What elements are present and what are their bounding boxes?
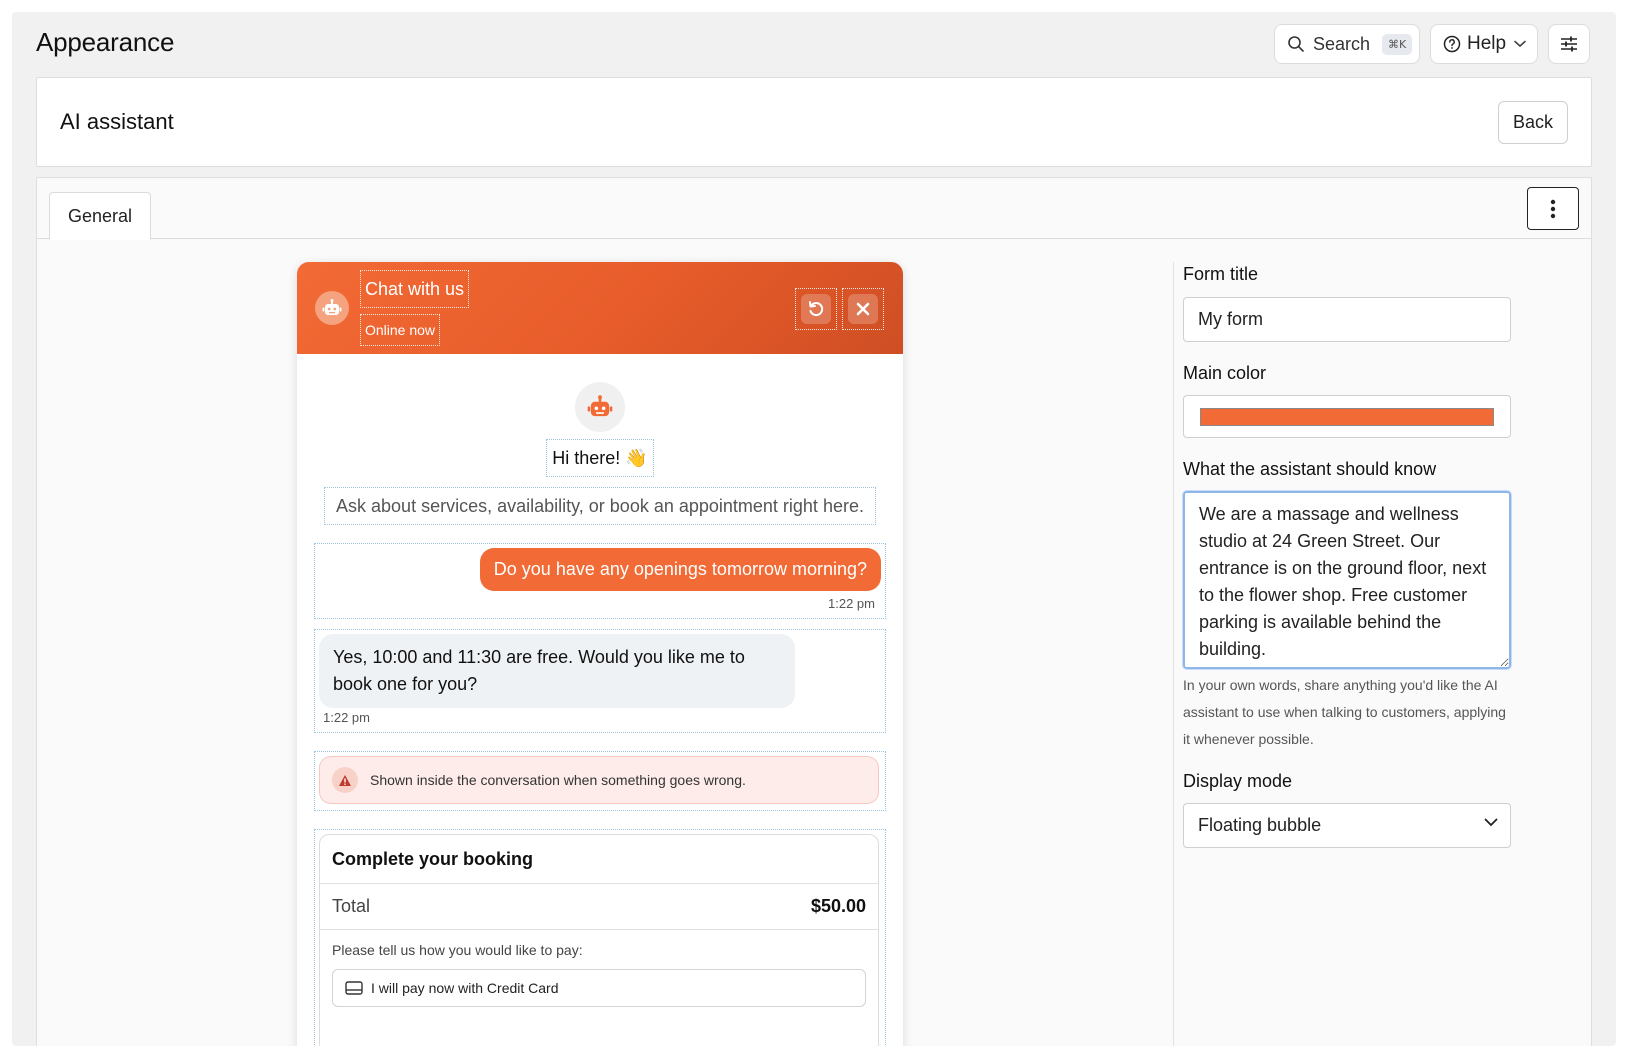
search-label: Search xyxy=(1313,33,1371,54)
welcome-avatar xyxy=(575,382,625,432)
form-title-label: Form title xyxy=(1183,264,1259,284)
main-color-label: Main color xyxy=(1183,363,1267,383)
robot-icon xyxy=(587,395,613,417)
settings-button[interactable] xyxy=(1548,24,1590,64)
chevron-down-icon xyxy=(1514,40,1526,48)
editor-panel: General Chat with us Online now Hi there… xyxy=(36,177,1592,1046)
booking-title: Complete your booking xyxy=(332,849,534,869)
color-swatch xyxy=(1200,408,1494,426)
error-banner: Shown inside the conversation when somet… xyxy=(319,756,879,804)
section-header: AI assistant Back xyxy=(36,77,1592,167)
payment-prompt: Please tell us how you would like to pay… xyxy=(332,942,583,958)
search-shortcut-badge: ⌘K xyxy=(1382,33,1413,55)
help-circle-icon xyxy=(1443,35,1461,53)
divider xyxy=(320,929,878,930)
close-icon xyxy=(856,302,870,316)
payment-option-label: I will pay now with Credit Card xyxy=(371,980,559,996)
display-mode-value: Floating bubble xyxy=(1198,815,1322,835)
knowledge-textarea[interactable]: We are a massage and wellness studio at … xyxy=(1183,491,1511,669)
main-color-picker[interactable] xyxy=(1183,395,1511,438)
search-button[interactable]: Search ⌘K xyxy=(1274,24,1420,64)
help-button[interactable]: Help xyxy=(1430,24,1538,64)
payment-option-credit-card[interactable]: I will pay now with Credit Card xyxy=(332,969,866,1007)
warning-icon-wrap xyxy=(332,767,358,793)
message-timestamp: 1:22 pm xyxy=(323,710,370,725)
error-message-block[interactable]: Shown inside the conversation when somet… xyxy=(314,751,886,811)
top-bar: Appearance Search ⌘K Help xyxy=(12,12,1616,76)
chat-widget-preview: Chat with us Online now Hi there! 👋 Ask … xyxy=(297,262,903,1046)
refresh-icon xyxy=(809,301,824,317)
robot-icon xyxy=(322,299,342,315)
welcome-subtitle[interactable]: Ask about services, availability, or boo… xyxy=(324,487,876,525)
search-icon xyxy=(1288,36,1304,52)
error-text: Shown inside the conversation when somet… xyxy=(370,772,746,788)
bot-avatar xyxy=(315,291,349,325)
more-options-button[interactable] xyxy=(1527,187,1579,230)
bot-message-block[interactable]: Yes, 10:00 and 11:30 are free. Would you… xyxy=(314,629,886,733)
form-title-input[interactable] xyxy=(1183,297,1511,342)
close-chat-button[interactable] xyxy=(842,288,884,330)
user-message-block[interactable]: Do you have any openings tomorrow mornin… xyxy=(314,543,886,619)
booking-card-block[interactable]: Complete your booking Total $50.00 Pleas… xyxy=(314,829,886,1046)
sliders-icon xyxy=(1561,36,1577,52)
chat-header: Chat with us Online now xyxy=(297,262,903,354)
message-timestamp: 1:22 pm xyxy=(828,596,875,611)
restart-chat-button[interactable] xyxy=(795,288,837,330)
total-label: Total xyxy=(332,896,371,916)
greeting-text[interactable]: Hi there! 👋 xyxy=(546,439,654,477)
display-mode-label: Display mode xyxy=(1183,771,1293,791)
kebab-menu-icon xyxy=(1550,199,1556,218)
credit-card-icon xyxy=(345,981,363,995)
knowledge-label: What the assistant should know xyxy=(1183,459,1437,479)
knowledge-help-text: In your own words, share anything you'd … xyxy=(1183,677,1506,747)
app-window: Appearance Search ⌘K Help AI assistant B… xyxy=(12,12,1616,1046)
page-title: Appearance xyxy=(36,27,175,57)
panel-divider xyxy=(1173,262,1174,1046)
chat-header-status[interactable]: Online now xyxy=(359,314,441,346)
back-button[interactable]: Back xyxy=(1498,101,1568,144)
user-message-bubble: Do you have any openings tomorrow mornin… xyxy=(479,548,881,591)
warning-icon xyxy=(339,774,351,786)
bot-message-bubble: Yes, 10:00 and 11:30 are free. Would you… xyxy=(319,634,795,708)
display-mode-select[interactable]: Floating bubble xyxy=(1183,803,1511,848)
total-value: $50.00 xyxy=(810,896,866,916)
section-title: AI assistant xyxy=(60,109,174,134)
chat-header-title[interactable]: Chat with us xyxy=(359,270,470,308)
divider xyxy=(320,883,878,884)
tab-general[interactable]: General xyxy=(49,192,151,240)
help-label: Help xyxy=(1467,33,1507,54)
tab-bar: General xyxy=(37,178,1591,240)
booking-card: Complete your booking Total $50.00 Pleas… xyxy=(319,834,879,1046)
chevron-down-icon xyxy=(1484,818,1498,827)
